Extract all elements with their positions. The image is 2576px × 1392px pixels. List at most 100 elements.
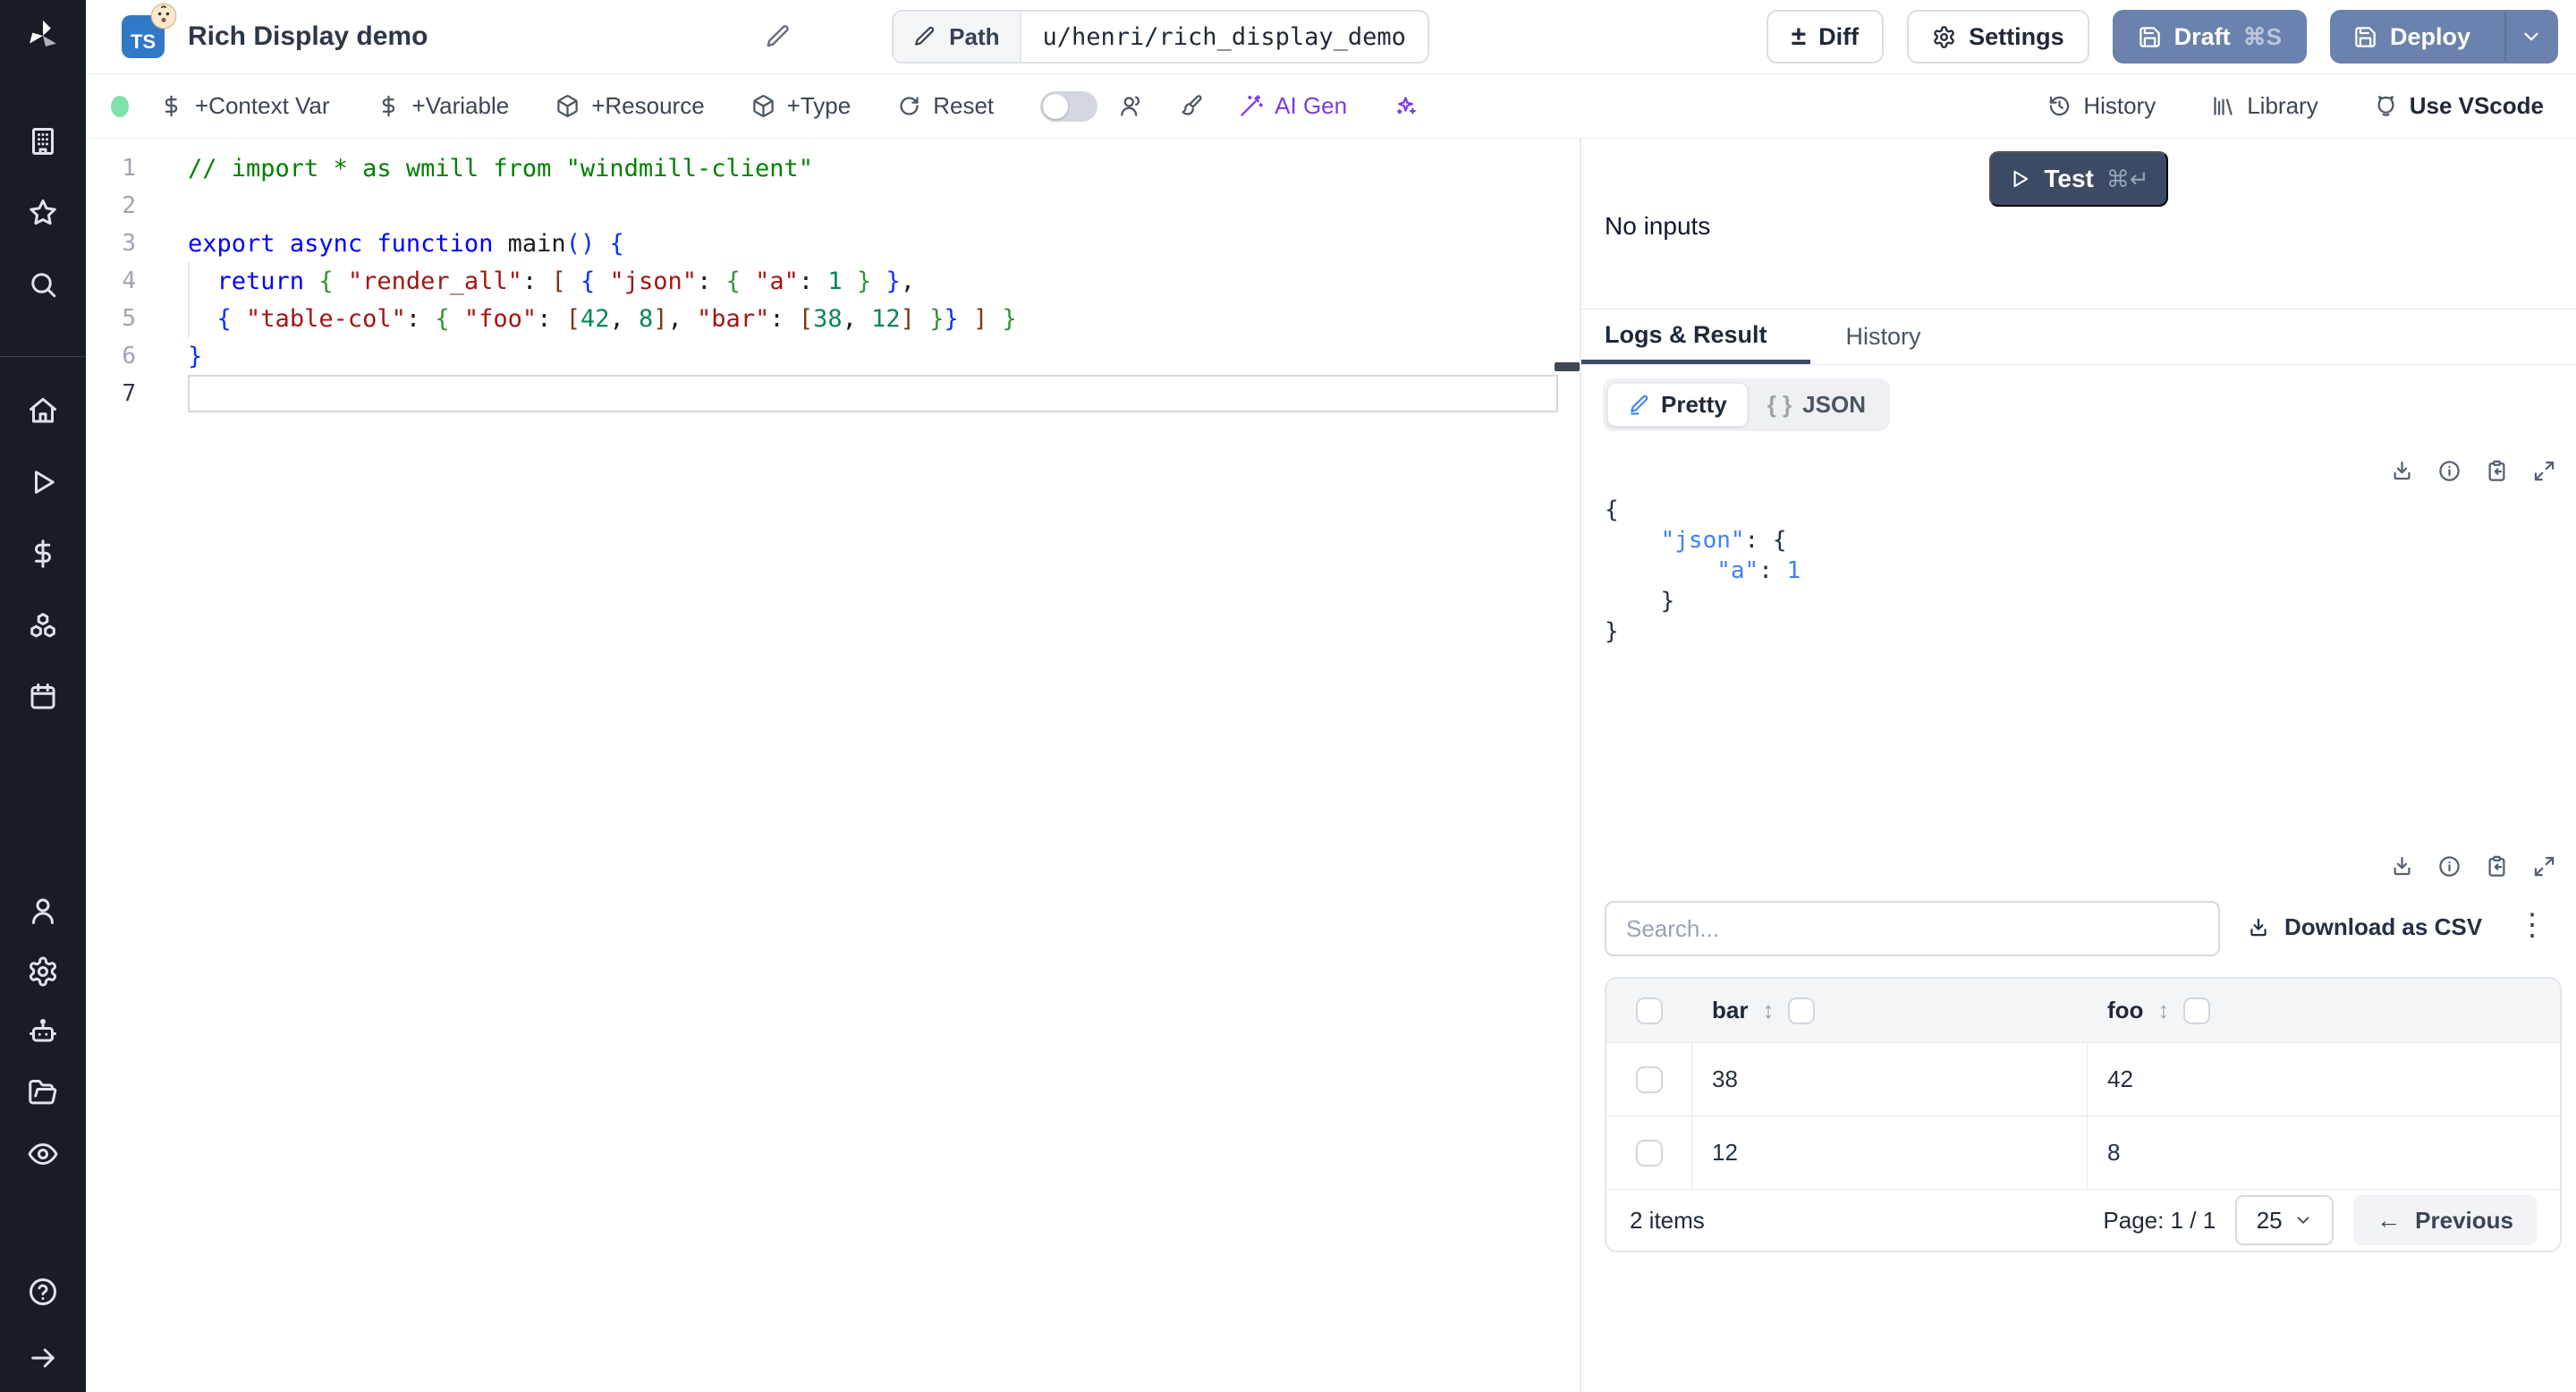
download-icon[interactable] [2390, 854, 2414, 878]
select-all-checkbox[interactable] [1636, 997, 1663, 1024]
home-icon[interactable] [21, 389, 64, 432]
reset-button[interactable]: Reset [897, 92, 994, 120]
download-csv-button[interactable]: Download as CSV [2247, 913, 2482, 941]
format-brush-icon[interactable] [1179, 94, 1203, 118]
schedules-icon[interactable] [21, 675, 64, 718]
table-body: 38 42 12 8 [1606, 1043, 2560, 1190]
draft-button[interactable]: Draft ⌘S [2112, 10, 2307, 64]
code-line[interactable]: 1// import * as wmill from "windmill-cli… [86, 149, 1580, 187]
use-vscode-button[interactable]: Use VScode [2374, 92, 2544, 120]
deploy-dropdown-button[interactable] [2504, 12, 2556, 62]
table-row[interactable]: 38 42 [1606, 1043, 2560, 1116]
copy-to-clipboard-icon[interactable] [2485, 459, 2509, 483]
row-checkbox[interactable] [1635, 1065, 1663, 1093]
column-header-bar[interactable]: bar [1712, 997, 1748, 1024]
audit-logs-icon[interactable] [21, 1133, 64, 1176]
result-table: bar ↕ foo ↕ 38 42 12 8 2 items Page: 1 / 1 [1605, 977, 2562, 1252]
expand-icon[interactable] [2532, 854, 2556, 878]
column-header-foo[interactable]: foo [2107, 997, 2143, 1024]
code-line[interactable]: 5 { "table-col": { "foo": [42, 8], "bar"… [86, 300, 1580, 337]
edit-summary-icon[interactable] [765, 23, 792, 50]
sparkles-icon[interactable] [1394, 94, 1418, 118]
save-icon [2355, 26, 2376, 47]
info-icon[interactable] [2437, 854, 2462, 878]
variables-icon[interactable] [21, 532, 64, 575]
code-editor[interactable]: 1// import * as wmill from "windmill-cli… [86, 139, 1580, 1392]
splitter-handle[interactable] [1555, 362, 1580, 371]
play-icon [2013, 170, 2029, 188]
code-line[interactable]: 2 [86, 187, 1580, 225]
code-line[interactable]: 3 export async function main() { [86, 225, 1580, 262]
table-search-input[interactable] [1605, 901, 2220, 956]
workers-icon[interactable] [21, 1011, 64, 1054]
library-icon [2214, 97, 2233, 115]
code-line[interactable]: 7 [86, 375, 1580, 412]
diff-button[interactable]: ± Diff [1766, 10, 1885, 64]
table-row[interactable]: 12 8 [1606, 1116, 2560, 1190]
package-icon [752, 95, 774, 117]
previous-page-button[interactable]: ← Previous [2353, 1195, 2537, 1245]
line-number: 7 [122, 380, 136, 407]
download-icon[interactable] [2390, 459, 2414, 483]
sort-foo-icon[interactable]: ↕ [2157, 997, 2169, 1024]
pencil-icon [915, 26, 935, 46]
line-number: 6 [122, 343, 136, 369]
workspace-icon[interactable] [21, 120, 64, 163]
settings-button[interactable]: Settings [1907, 10, 2089, 64]
draft-shortcut: ⌘S [2242, 22, 2282, 50]
multiplayer-icon[interactable] [1119, 94, 1143, 118]
app-sidebar [0, 0, 86, 1392]
pretty-view-button[interactable]: Pretty [1607, 383, 1748, 427]
column-bar-checkbox[interactable] [1788, 997, 1816, 1024]
history-button[interactable]: History [2047, 92, 2156, 120]
table-cell: 38 [1692, 1043, 2088, 1116]
add-context-var-button[interactable]: +Context Var [159, 92, 330, 120]
runs-icon[interactable] [21, 461, 64, 504]
collapse-sidebar-icon[interactable] [21, 1337, 64, 1379]
deploy-button[interactable]: Deploy [2329, 10, 2558, 64]
library-button[interactable]: Library [2211, 92, 2318, 120]
row-checkbox[interactable] [1635, 1139, 1663, 1167]
line-number: 4 [122, 267, 136, 294]
add-type-button[interactable]: +Type [751, 92, 851, 120]
search-icon[interactable] [21, 263, 64, 306]
resources-icon[interactable] [21, 604, 64, 647]
download-icon [2250, 918, 2267, 936]
diff-mode-toggle[interactable] [1040, 90, 1098, 122]
file-badge-label: TS [130, 30, 157, 53]
path-field[interactable]: Path u/henri/rich_display_demo [892, 10, 1429, 64]
table-menu-icon[interactable]: ⋮ [2517, 910, 2547, 940]
history-icon [2050, 96, 2070, 116]
items-count: 2 items [1630, 1206, 1705, 1234]
test-shortcut: ⌘↵ [2106, 165, 2149, 192]
favorites-icon[interactable] [21, 191, 64, 234]
users-icon[interactable] [21, 889, 64, 932]
add-variable-button[interactable]: +Variable [377, 92, 509, 120]
code-line[interactable]: 6} [86, 337, 1580, 375]
ai-gen-button[interactable]: AI Gen [1239, 92, 1347, 120]
sort-bar-icon[interactable]: ↕ [1762, 997, 1774, 1024]
arrow-left-icon: ← [2377, 1206, 2402, 1234]
add-resource-button[interactable]: +Resource [555, 92, 705, 120]
help-icon[interactable] [21, 1270, 64, 1313]
table-cell: 8 [2107, 1139, 2121, 1166]
refresh-icon [900, 97, 919, 115]
code-line[interactable]: 4 return { "render_all": [ { "json": { "… [86, 262, 1580, 300]
tab-logs-result[interactable]: Logs & Result [1581, 310, 1810, 364]
copy-to-clipboard-icon[interactable] [2485, 854, 2509, 878]
pen-line-icon [1631, 395, 1648, 415]
settings-icon[interactable] [21, 950, 64, 993]
diff-icon: ± [1791, 21, 1807, 51]
column-foo-checkbox[interactable] [2183, 997, 2211, 1024]
tab-history[interactable]: History [1810, 310, 1957, 364]
expand-icon[interactable] [2532, 459, 2556, 483]
folders-icon[interactable] [21, 1072, 64, 1115]
page-title: Rich Display demo [188, 21, 428, 51]
test-button[interactable]: Test ⌘↵ [1989, 151, 2168, 207]
info-icon[interactable] [2437, 459, 2462, 483]
json-view-button[interactable]: { } JSON [1748, 384, 1885, 426]
page-size-select[interactable]: 25 [2235, 1195, 2334, 1245]
table-header-row: bar ↕ foo ↕ [1606, 979, 2560, 1043]
dollar-icon [382, 95, 394, 117]
windmill-logo-icon[interactable] [21, 14, 64, 57]
